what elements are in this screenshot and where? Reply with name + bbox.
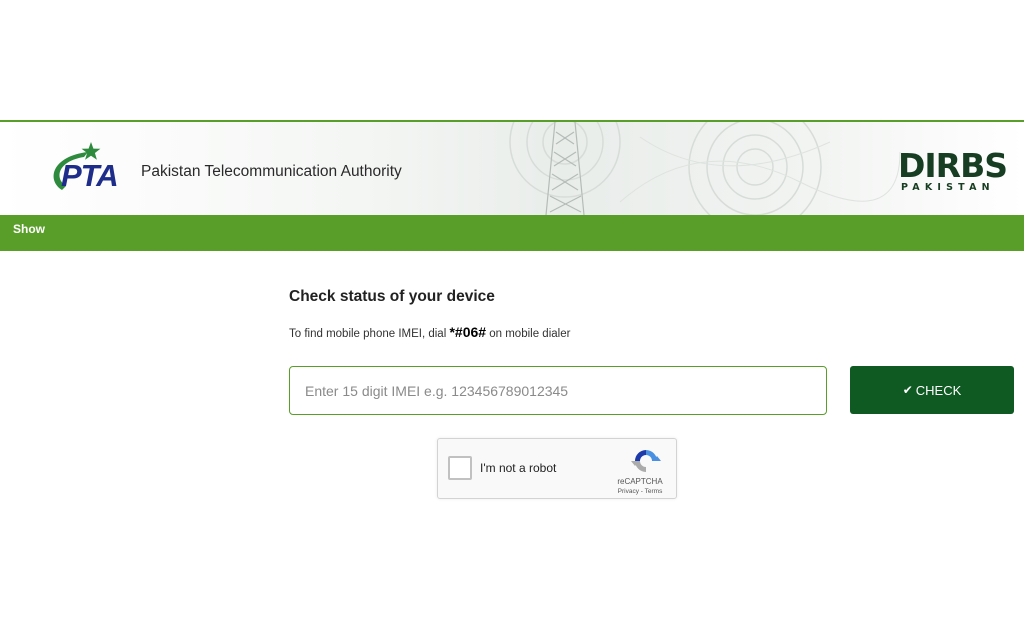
organization-name: Pakistan Telecommunication Authority: [141, 163, 402, 180]
pta-logo: PTA: [53, 142, 119, 193]
recaptcha-icon: [631, 450, 661, 472]
imei-input[interactable]: [289, 366, 827, 415]
imei-dial-code: *#06#: [449, 324, 487, 340]
recaptcha-label: I'm not a robot: [480, 461, 557, 475]
nav-bar: Show: [0, 215, 1024, 251]
recaptcha-terms-link[interactable]: Terms: [645, 488, 663, 495]
imei-hint-prefix: To find mobile phone IMEI, dial: [289, 328, 450, 340]
imei-hint: To find mobile phone IMEI, dial *#06# on…: [289, 324, 570, 340]
svg-text:PTA: PTA: [61, 158, 118, 193]
dirbs-logo: DIRBS PAKISTAN: [898, 148, 1012, 194]
recaptcha-widget: I'm not a robot reCAPTCHA Privacy - Term…: [437, 438, 677, 499]
page: PTA Pakistan Telecommunication Authority…: [0, 0, 1024, 640]
page-title: Check status of your device: [289, 288, 495, 305]
dirbs-logo-text: DIRBS: [898, 146, 1008, 185]
recaptcha-brand: reCAPTCHA: [617, 477, 663, 486]
dirbs-logo-subtext: PAKISTAN: [901, 182, 995, 193]
nav-show-link[interactable]: Show: [13, 222, 45, 236]
recaptcha-links: Privacy - Terms: [610, 488, 670, 495]
recaptcha-checkbox[interactable]: [448, 456, 472, 480]
check-button[interactable]: ✔ CHECK: [850, 366, 1014, 414]
recaptcha-privacy-link[interactable]: Privacy: [618, 488, 639, 495]
site-header: PTA Pakistan Telecommunication Authority…: [0, 122, 1024, 215]
imei-hint-suffix: on mobile dialer: [486, 328, 571, 340]
checkmark-icon: ✔: [902, 383, 913, 397]
check-button-label: CHECK: [915, 382, 962, 398]
